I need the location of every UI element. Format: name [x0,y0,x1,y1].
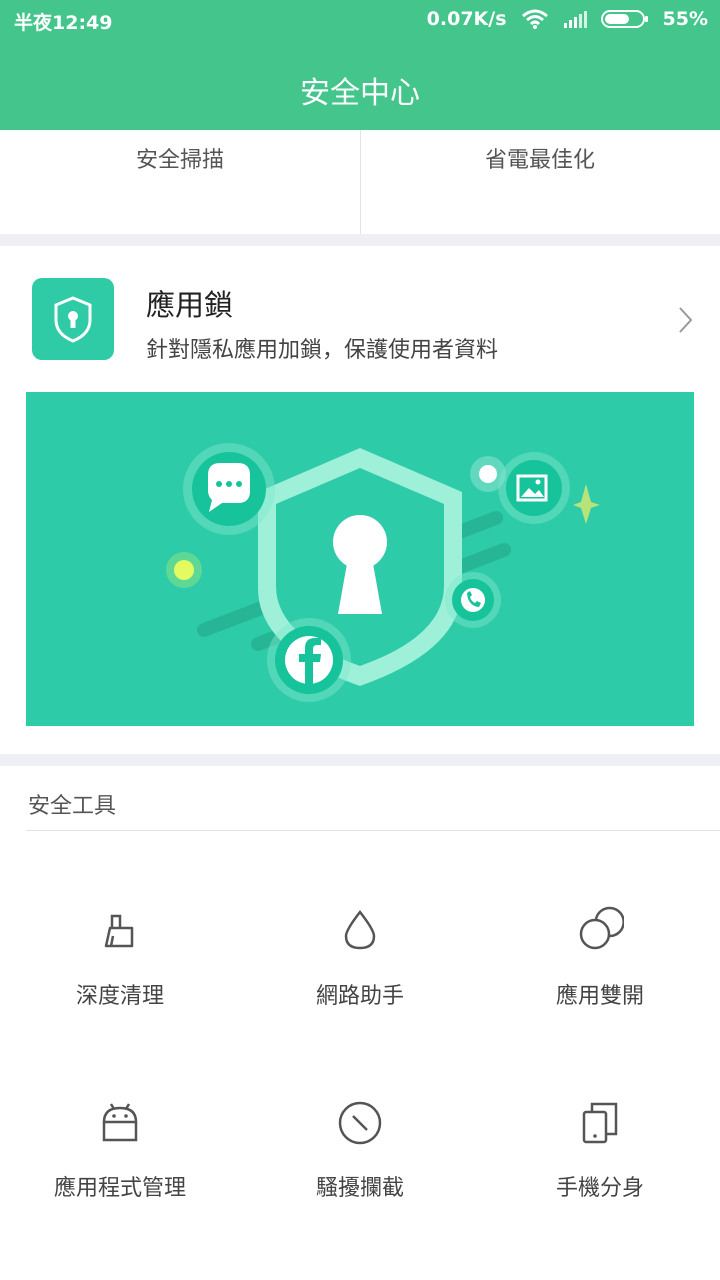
tool-deep-clean[interactable]: 深度清理 [0,906,240,1066]
dual-phone-icon [582,1102,618,1144]
battery-icon [600,10,648,28]
status-time: 半夜12:49 [14,12,113,34]
tab-power-saving-label: 省電最佳化 [484,148,595,173]
tool-harassment-block[interactable]: 騷擾攔截 [240,1098,480,1258]
net-speed: 0.07K/s [426,8,507,30]
android-icon [102,1103,138,1142]
signal-icon [563,11,587,28]
applock-subtitle: 針對隱私應用加鎖，保護使用者資料 [146,338,499,363]
tool-app-manager[interactable]: 應用程式管理 [0,1098,240,1258]
section-separator [0,234,720,246]
applock-title: 應用鎖 [146,288,234,322]
top-tabs: 安全掃描 省電最佳化 [0,130,720,234]
drop-icon [344,909,376,950]
broom-icon [104,914,134,948]
tool-label: 網路助手 [315,984,404,1009]
applock-shield-icon [32,278,114,360]
tool-label: 手機分身 [555,1176,644,1201]
title-bar: 安全中心 [0,40,720,130]
tab-security-scan[interactable]: 安全掃描 [0,130,360,234]
tool-label: 應用程式管理 [53,1176,186,1201]
chevron-right-icon [679,307,693,333]
shield-lock-illustration [166,443,600,702]
tools-header: 安全工具 [0,766,720,832]
page-title: 安全中心 [300,76,420,111]
tab-security-scan-label: 安全掃描 [135,148,224,173]
tool-dual-apps[interactable]: 應用雙開 [480,906,720,1066]
status-right: 0.07K/s 55% [427,8,708,30]
divider [26,830,720,831]
tool-network-assistant[interactable]: 網路助手 [240,906,480,1066]
tool-label: 應用雙開 [555,984,644,1009]
tool-second-space[interactable]: 手機分身 [480,1098,720,1258]
dual-circle-icon [579,906,624,950]
tab-power-saving[interactable]: 省電最佳化 [360,130,720,234]
applock-card[interactable]: 應用鎖 針對隱私應用加鎖，保護使用者資料 [0,246,720,754]
section-separator [0,754,720,766]
applock-banner[interactable] [26,392,694,726]
tool-label: 騷擾攔截 [315,1176,404,1201]
battery-percent: 55% [662,8,708,30]
tool-label: 深度清理 [75,984,164,1009]
tools-title: 安全工具 [28,794,117,819]
wifi-icon [521,9,548,29]
block-icon [338,1101,382,1145]
status-bar: 半夜12:49 0.07K/s 55% [0,0,720,40]
